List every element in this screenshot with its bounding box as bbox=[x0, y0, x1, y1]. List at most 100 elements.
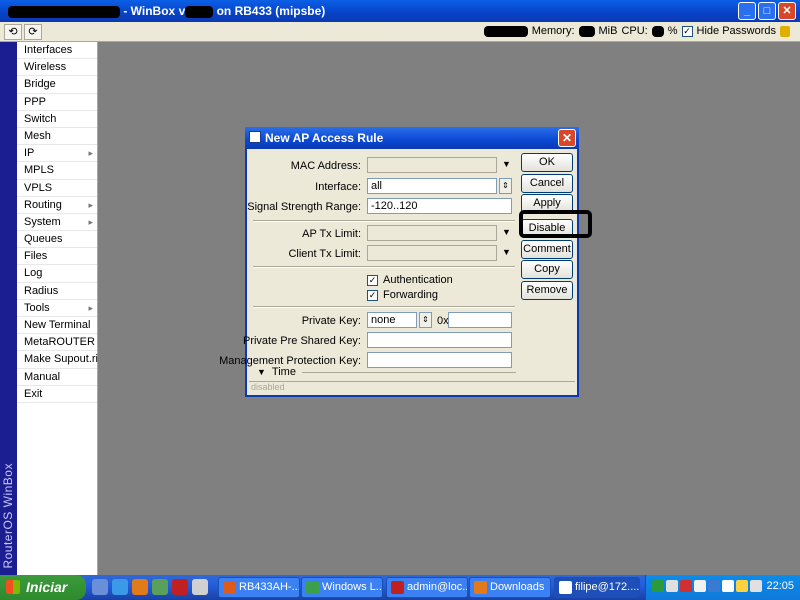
toolbar: ⟲ ⟳ Memory: MiB CPU: % ✓ Hide Passwords bbox=[0, 22, 800, 42]
sidebar-item-label: System bbox=[24, 215, 61, 228]
sidebar-item-switch[interactable]: Switch bbox=[17, 111, 97, 128]
ok-button[interactable]: OK bbox=[521, 153, 573, 172]
volume-icon[interactable] bbox=[736, 580, 748, 592]
memory-unit: MiB bbox=[598, 25, 618, 37]
lock-icon bbox=[780, 25, 790, 37]
sidebar-item-ip[interactable]: IP ▸ bbox=[17, 145, 97, 163]
clock: 22:05 bbox=[766, 580, 794, 592]
ie-icon[interactable] bbox=[112, 579, 128, 595]
network-icon[interactable] bbox=[750, 580, 762, 592]
mac-address-input[interactable] bbox=[367, 157, 497, 173]
sidebar-item-label: Log bbox=[24, 267, 43, 280]
sidebar-item-system[interactable]: System ▸ bbox=[17, 214, 97, 232]
cpu-unit: % bbox=[667, 25, 678, 37]
taskbar-item[interactable]: admin@loc... bbox=[386, 577, 468, 598]
sidebar-item-queues[interactable]: Queues bbox=[17, 231, 97, 249]
sidebar-item-label: IP bbox=[24, 147, 35, 160]
sidebar-item-interfaces[interactable]: Interfaces bbox=[17, 42, 97, 60]
sidebar-item-label: New Terminal bbox=[24, 319, 91, 331]
sidebar-item-wireless[interactable]: Wireless bbox=[17, 59, 97, 77]
app-icon[interactable] bbox=[192, 579, 208, 595]
taskbar-item[interactable]: RB433AH-... bbox=[218, 577, 300, 598]
sidebar-item-exit[interactable]: Exit bbox=[17, 386, 97, 403]
cancel-button[interactable]: Cancel bbox=[521, 174, 573, 193]
interface-select[interactable]: all bbox=[367, 178, 497, 194]
winbox-icon bbox=[559, 581, 572, 594]
comment-button[interactable]: Comment bbox=[521, 240, 573, 259]
psk-input[interactable] bbox=[367, 332, 512, 348]
copy-button[interactable]: Copy bbox=[521, 260, 573, 279]
remove-button[interactable]: Remove bbox=[521, 281, 573, 300]
psk-row: Private Pre Shared Key: bbox=[243, 332, 519, 350]
redacted-cpu bbox=[651, 25, 664, 37]
client-tx-limit-dropdown-icon[interactable]: ▼ bbox=[502, 247, 511, 257]
private-key-dropdown-icon[interactable]: ⇕ bbox=[419, 312, 432, 328]
redo-icon[interactable]: ⟳ bbox=[24, 24, 42, 40]
time-section-toggle[interactable]: ▼ Time bbox=[257, 366, 516, 378]
firefox-icon[interactable] bbox=[132, 579, 148, 595]
sidebar-item-label: Switch bbox=[24, 112, 57, 125]
taskbar-item-label: admin@loc... bbox=[407, 581, 468, 593]
private-key-select[interactable]: none bbox=[367, 312, 417, 328]
client-tx-limit-row: Client Tx Limit: ▼ bbox=[249, 245, 519, 263]
app-icon[interactable] bbox=[172, 579, 188, 595]
sidebar-item-ppp[interactable]: PPP bbox=[17, 94, 97, 111]
sidebar-item-log[interactable]: Log bbox=[17, 265, 97, 283]
mac-address-row: MAC Address: ▼ bbox=[249, 157, 519, 175]
sidebar-item-make-supout[interactable]: Make Supout.rif bbox=[17, 351, 101, 369]
forwarding-checkbox[interactable]: ✓ bbox=[367, 289, 378, 301]
start-button[interactable]: Iniciar bbox=[0, 575, 86, 600]
sidebar-item-manual[interactable]: Manual bbox=[17, 369, 97, 386]
mac-address-dropdown-icon[interactable]: ▼ bbox=[502, 159, 511, 169]
sidebar-item-routing[interactable]: Routing ▸ bbox=[17, 197, 97, 214]
sidebar-item-new-terminal[interactable]: New Terminal bbox=[17, 317, 97, 335]
sidebar-item-vpls[interactable]: VPLS bbox=[17, 180, 97, 197]
brand-bar: RouterOS WinBox bbox=[0, 42, 17, 575]
sidebar-item-mpls[interactable]: MPLS bbox=[17, 162, 97, 180]
sidebar-item-label: Wireless bbox=[24, 61, 67, 74]
authentication-checkbox[interactable]: ✓ bbox=[367, 274, 378, 286]
minimize-button[interactable]: _ bbox=[738, 2, 756, 20]
undo-icon[interactable]: ⟲ bbox=[4, 24, 22, 40]
maximize-button[interactable]: □ bbox=[758, 2, 776, 20]
tray-icon[interactable] bbox=[694, 580, 706, 592]
brand-text: RouterOS WinBox bbox=[1, 463, 15, 569]
tray-icon[interactable] bbox=[708, 580, 720, 592]
taskbar-item[interactable]: Windows L... bbox=[301, 577, 383, 598]
close-button[interactable]: ✕ bbox=[778, 2, 796, 20]
interface-row: Interface: all ⇕ bbox=[249, 178, 519, 196]
tray-icon[interactable] bbox=[666, 580, 678, 592]
ap-tx-limit-dropdown-icon[interactable]: ▼ bbox=[502, 227, 511, 237]
sidebar-item-mesh[interactable]: Mesh bbox=[17, 128, 97, 146]
hide-passwords-checkbox[interactable]: ✓ bbox=[681, 25, 693, 37]
show-desktop-icon[interactable] bbox=[92, 579, 108, 595]
dialog-window-icon bbox=[249, 131, 261, 143]
interface-dropdown-icon[interactable]: ⇕ bbox=[499, 178, 512, 194]
tray-icon[interactable] bbox=[652, 580, 664, 592]
signal-range-input[interactable]: -120..120 bbox=[367, 198, 512, 214]
window-titlebar[interactable]: - WinBox v on RB433 (mipsbe) _ □ ✕ bbox=[0, 0, 800, 22]
sidebar-item-label: Interfaces bbox=[24, 44, 73, 56]
sidebar-item-tools[interactable]: Tools ▸ bbox=[17, 300, 97, 317]
terminal-icon bbox=[391, 581, 404, 594]
sidebar-item-bridge[interactable]: Bridge bbox=[17, 76, 97, 94]
client-tx-limit-input[interactable] bbox=[367, 245, 497, 261]
ap-tx-limit-input[interactable] bbox=[367, 225, 497, 241]
sidebar-item-files[interactable]: Files bbox=[17, 248, 97, 266]
sidebar-item-radius[interactable]: Radius bbox=[17, 283, 97, 300]
rule-form: MAC Address: ▼ Interface: all ⇕ Signal S… bbox=[219, 149, 519, 385]
app-icon[interactable] bbox=[152, 579, 168, 595]
sidebar-item-label: Routing bbox=[24, 198, 62, 211]
signal-range-row: Signal Strength Range: -120..120 bbox=[247, 198, 519, 216]
redacted-hostname bbox=[8, 5, 120, 18]
dialog-titlebar[interactable]: New AP Access Rule ✕ bbox=[245, 127, 579, 149]
private-key-hex-prefix: 0x bbox=[437, 315, 449, 327]
tray-icon[interactable] bbox=[680, 580, 692, 592]
taskbar-item[interactable]: Downloads bbox=[469, 577, 551, 598]
taskbar-item[interactable]: filipe@172.... bbox=[554, 577, 640, 598]
sidebar-item-metarouter[interactable]: MetaROUTER bbox=[17, 334, 97, 352]
dialog-close-button[interactable]: ✕ bbox=[558, 129, 576, 147]
tray-icon[interactable] bbox=[722, 580, 734, 592]
private-key-hex-input[interactable] bbox=[448, 312, 512, 328]
new-ap-access-rule-dialog: New AP Access Rule ✕ MAC Address: ▼ Inte… bbox=[219, 127, 592, 397]
